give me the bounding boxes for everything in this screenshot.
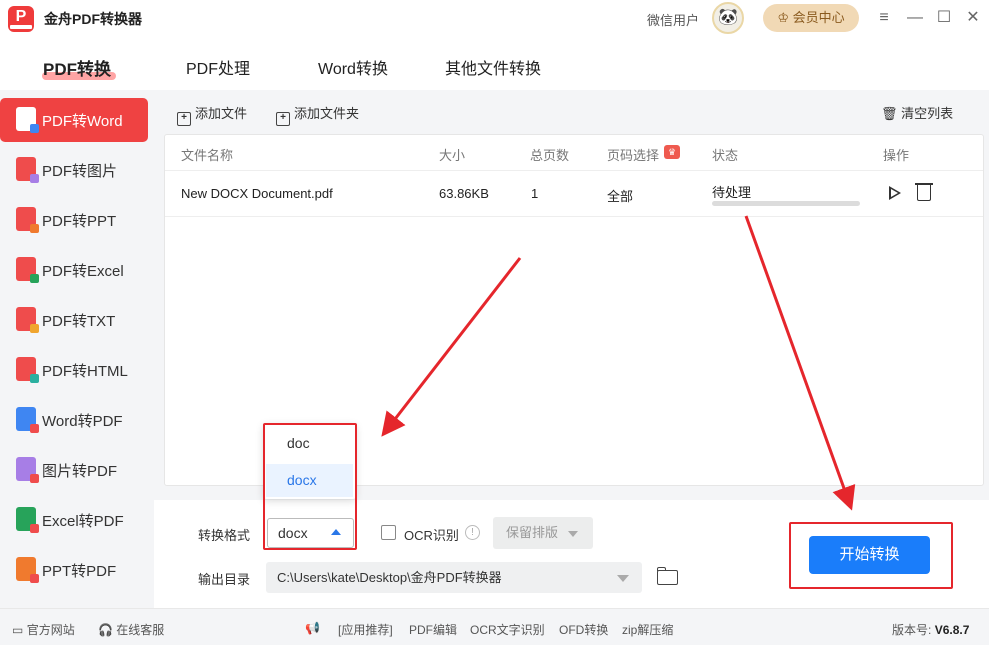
excel-to-pdf-icon <box>16 507 39 533</box>
col-header-status: 状态 <box>712 148 739 163</box>
progress-bar <box>712 201 860 206</box>
add-file-button[interactable]: + 添加文件 <box>177 103 247 126</box>
sidebar-item-excel-to-pdf[interactable]: Excel转PDF <box>0 498 154 542</box>
app-recommend-link[interactable]: [应用推荐] <box>338 621 393 638</box>
format-label: 转换格式 <box>198 528 251 543</box>
info-icon[interactable]: ! <box>465 525 480 540</box>
row-divider <box>165 216 983 217</box>
status-cell: 待处理 <box>712 185 752 200</box>
folder-icon[interactable] <box>657 570 678 585</box>
tab-pdf-convert[interactable]: PDF转换 <box>43 55 111 80</box>
menu-icon[interactable]: ≡ <box>874 8 894 28</box>
output-label: 输出目录 <box>198 572 251 587</box>
app-logo-icon: P <box>8 6 34 32</box>
output-dir-field[interactable]: C:\Users\kate\Desktop\金舟PDF转换器 <box>266 562 642 593</box>
caret-down-icon <box>568 531 578 537</box>
clear-list-button[interactable]: 🗑 清空列表 <box>881 103 953 122</box>
version-info: 版本号: V6.8.7 <box>892 623 970 637</box>
trash-icon: 🗑 <box>881 106 898 121</box>
sidebar-item-ppt-to-pdf[interactable]: PPT转PDF <box>0 548 154 592</box>
sidebar-item-image-to-pdf[interactable]: 图片转PDF <box>0 448 154 492</box>
ppt-to-pdf-icon <box>16 557 39 583</box>
tab-word-convert[interactable]: Word转换 <box>318 55 388 79</box>
play-icon-inner <box>891 189 898 197</box>
pdf-edit-link[interactable]: PDF编辑 <box>409 621 457 638</box>
ofd-link[interactable]: OFD转换 <box>559 621 608 638</box>
support-link[interactable]: 🎧 在线客服 <box>98 621 164 638</box>
pdf-to-txt-icon <box>16 307 39 333</box>
add-file-icon: + <box>177 112 191 126</box>
layout-select: 保留排版 <box>493 517 593 549</box>
tab-pdf-process[interactable]: PDF处理 <box>186 55 250 79</box>
col-header-actions: 操作 <box>883 148 910 163</box>
add-folder-icon: + <box>276 112 290 126</box>
page-count-cell: 1 <box>531 186 539 201</box>
app-title: 金舟PDF转换器 <box>44 11 142 27</box>
sidebar-item-pdf-to-html[interactable]: PDF转HTML <box>0 348 154 392</box>
sidebar-item-pdf-to-image[interactable]: PDF转图片 <box>0 148 154 192</box>
pdf-to-word-icon <box>16 107 39 133</box>
megaphone-icon: 📢 <box>305 621 320 635</box>
annotation-box-format <box>263 423 357 550</box>
sidebar-item-pdf-to-ppt[interactable]: PDF转PPT <box>0 198 154 242</box>
ocr-checkbox[interactable] <box>381 525 396 540</box>
crown-icon: ♔ <box>777 10 789 25</box>
sidebar-item-pdf-to-excel[interactable]: PDF转Excel <box>0 248 154 292</box>
pdf-to-ppt-icon <box>16 207 39 233</box>
ocr-label: OCR识别 <box>404 528 459 543</box>
sidebar-item-word-to-pdf[interactable]: Word转PDF <box>0 398 154 442</box>
sidebar-item-pdf-to-txt[interactable]: PDF转TXT <box>0 298 154 342</box>
col-header-size: 大小 <box>439 148 466 163</box>
annotation-box-start <box>789 522 953 589</box>
headset-icon: 🎧 <box>98 623 113 637</box>
close-icon[interactable]: ✕ <box>963 8 983 28</box>
pdf-to-excel-icon <box>16 257 39 283</box>
pdf-to-html-icon <box>16 357 39 383</box>
caret-down-icon[interactable] <box>617 575 629 582</box>
delete-icon[interactable] <box>917 185 931 201</box>
monitor-icon: ▭ <box>12 623 24 637</box>
avatar[interactable]: 🐼 <box>712 2 744 34</box>
user-name[interactable]: 微信用户 <box>647 10 699 29</box>
sidebar-item-pdf-to-word[interactable]: PDF转Word <box>0 98 148 142</box>
col-header-name: 文件名称 <box>181 148 234 163</box>
col-header-pages: 总页数 <box>530 148 570 163</box>
maximize-icon[interactable]: ☐ <box>934 8 954 28</box>
tab-other-convert[interactable]: 其他文件转换 <box>445 55 541 79</box>
page-range-cell[interactable]: 全部 <box>607 186 633 205</box>
col-header-range: 页码选择 <box>607 148 660 163</box>
website-link[interactable]: ▭ 官方网站 <box>12 621 75 638</box>
file-size-cell: 63.86KB <box>439 186 489 201</box>
zip-link[interactable]: zip解压缩 <box>622 621 673 638</box>
ocr-link[interactable]: OCR文字识别 <box>470 621 545 638</box>
image-to-pdf-icon <box>16 457 39 483</box>
minimize-icon[interactable]: — <box>905 8 925 28</box>
vip-crown-icon: ♛ <box>664 145 680 159</box>
word-to-pdf-icon <box>16 407 39 433</box>
add-folder-button[interactable]: + 添加文件夹 <box>276 103 359 126</box>
table-header <box>165 135 983 171</box>
file-name-cell: New DOCX Document.pdf <box>181 186 333 201</box>
vip-center-button[interactable]: ♔ 会员中心 <box>763 4 859 32</box>
pdf-to-image-icon <box>16 157 39 183</box>
